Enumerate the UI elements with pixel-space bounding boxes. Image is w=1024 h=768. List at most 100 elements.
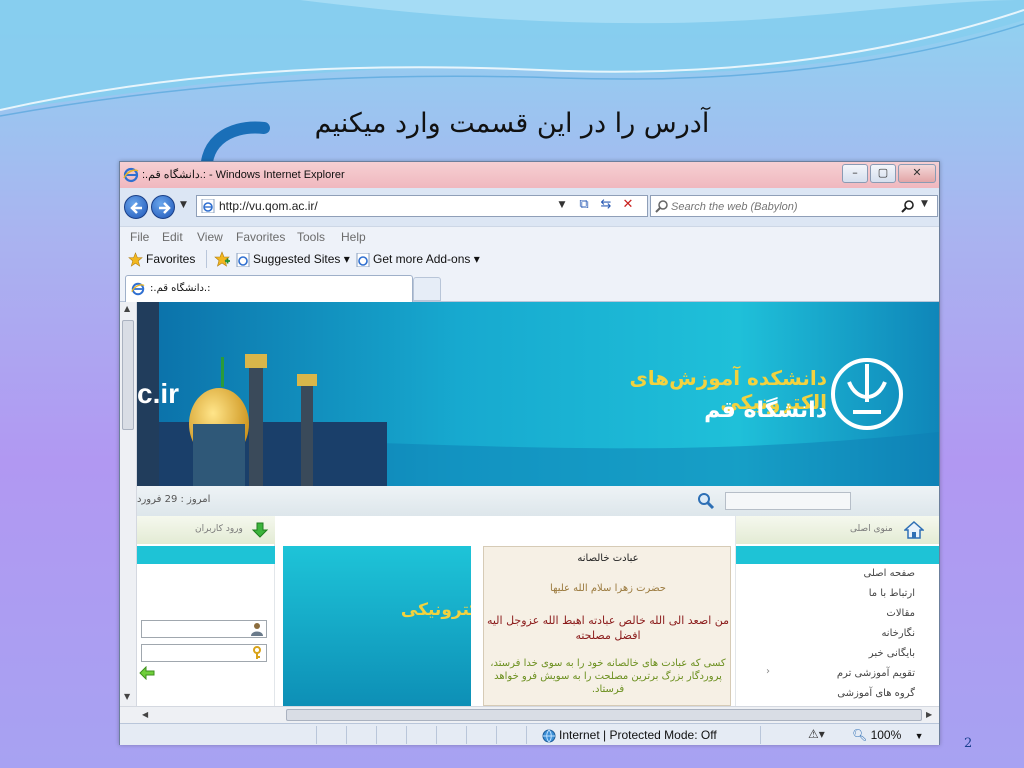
- vertical-scroll-thumb[interactable]: [122, 320, 134, 430]
- status-divider: [436, 726, 437, 744]
- horizontal-scroll-thumb[interactable]: [286, 709, 922, 721]
- status-divider: [316, 726, 317, 744]
- forward-arrow-icon: [159, 202, 171, 214]
- get-addons-button[interactable]: Get more Add-ons ▾: [356, 252, 480, 267]
- menu-tools[interactable]: Tools: [297, 230, 325, 244]
- username-input[interactable]: [144, 622, 244, 636]
- menu-link-gallery[interactable]: نگارخانه: [881, 628, 915, 639]
- scroll-left-icon[interactable]: ◀: [142, 710, 148, 719]
- scroll-right-icon[interactable]: ▶: [926, 710, 932, 719]
- promo-text: ی الکترونیکی: [400, 600, 471, 620]
- ie-browser-window: :.دانشگاه قم.: - Windows Internet Explor…: [119, 161, 940, 745]
- quote-box: عبادت خالصانه حضرت زهرا سلام الله علیها …: [483, 546, 731, 706]
- menu-file[interactable]: File: [130, 230, 149, 244]
- vertical-scrollbar[interactable]: ▲ ▼: [120, 302, 137, 706]
- horizontal-scrollbar[interactable]: ◀ ▶: [120, 706, 939, 723]
- scroll-down-icon[interactable]: ▼: [124, 692, 130, 701]
- key-icon: [253, 646, 261, 659]
- login-panel-strip: [137, 546, 275, 564]
- date-bar: امروز : 29 فرورد: [137, 486, 939, 516]
- menu-link-news-archive[interactable]: بایگانی خبر: [869, 648, 915, 659]
- compatibility-view-icon[interactable]: ⧉: [573, 195, 595, 217]
- status-bar: Internet | Protected Mode: Off ⚠▾ 🔍︎ 100…: [120, 723, 939, 745]
- zoom-control[interactable]: 🔍︎ 100% ▼: [852, 728, 924, 742]
- quote-persian-text: کسی که عبادت های خالصانه خود را به سوی خ…: [490, 658, 726, 695]
- close-button[interactable]: ✕: [898, 164, 936, 183]
- tab-qom-university[interactable]: :.دانشگاه قم.:: [125, 275, 413, 302]
- menu-view[interactable]: View: [197, 230, 223, 244]
- status-divider: [496, 726, 497, 744]
- banner-subtitle: دانشگاه قم: [704, 398, 827, 423]
- new-tab-button[interactable]: [413, 277, 441, 301]
- menu-help[interactable]: Help: [341, 230, 366, 244]
- zoom-dropdown-icon[interactable]: ▼: [915, 731, 924, 741]
- refresh-icon[interactable]: ⇆: [595, 195, 617, 217]
- star-icon: [128, 252, 143, 268]
- login-heading: ورود کاربران: [195, 524, 243, 534]
- add-favorite-icon[interactable]: [214, 251, 230, 267]
- down-arrow-icon: [251, 522, 269, 538]
- menu-favorites[interactable]: Favorites: [236, 230, 285, 244]
- ie-logo-icon: [123, 167, 139, 183]
- security-zone-label: Internet | Protected Mode: Off: [559, 728, 717, 742]
- login-panel: ورود کاربران: [137, 516, 275, 706]
- menu-link-contact[interactable]: ارتباط با ما: [869, 588, 915, 599]
- password-input[interactable]: [144, 646, 244, 660]
- menu-edit[interactable]: Edit: [162, 230, 183, 244]
- menu-link-home[interactable]: صفحه اصلی: [864, 568, 915, 579]
- address-input[interactable]: [219, 198, 549, 214]
- search-input[interactable]: [671, 199, 891, 214]
- window-titlebar: :.دانشگاه قم.: - Windows Internet Explor…: [120, 162, 939, 188]
- search-options-icon[interactable]: ▼: [921, 199, 928, 209]
- quote-arabic-text: من اصعد الی الله خالص عبادته اهبط الله ع…: [486, 614, 730, 642]
- quote-title: عبادت خالصانه: [577, 553, 639, 564]
- protected-mode-icon[interactable]: ⚠▾: [808, 727, 825, 741]
- status-divider: [346, 726, 347, 744]
- tab-strip: :.دانشگاه قم.:: [120, 272, 939, 302]
- ie-page-icon: [201, 199, 215, 213]
- slide-page-number: 2: [964, 736, 973, 751]
- login-panel-header: ورود کاربران: [137, 516, 275, 544]
- stop-icon[interactable]: ✕: [617, 195, 639, 217]
- favorites-button[interactable]: Favorites: [128, 252, 196, 268]
- magnifier-icon[interactable]: [901, 199, 915, 213]
- status-divider: [526, 726, 527, 744]
- user-icon: [251, 623, 263, 636]
- address-dropdown-icon[interactable]: ▼: [551, 195, 573, 217]
- scroll-up-icon[interactable]: ▲: [124, 304, 130, 313]
- password-field[interactable]: [141, 644, 267, 662]
- suggested-sites-button[interactable]: Suggested Sites ▾: [236, 252, 350, 267]
- menu-link-articles[interactable]: مقالات: [886, 608, 915, 619]
- search-bar[interactable]: ▼: [650, 195, 938, 217]
- window-title: :.دانشگاه قم.: - Windows Internet Explor…: [142, 169, 345, 181]
- favorites-label: Favorites: [146, 252, 196, 266]
- favorites-bar: Favorites Suggested Sites ▾ Get more Add…: [120, 246, 939, 272]
- main-menu-heading: منوی اصلی: [850, 524, 893, 534]
- promo-banner[interactable]: ی الکترونیکی: [283, 546, 471, 706]
- maximize-button[interactable]: ▢: [870, 164, 896, 183]
- main-content: ی الکترونیکی عبادت خالصانه حضرت زهرا سلا…: [275, 516, 735, 706]
- date-text: امروز : 29 فرورد: [137, 494, 211, 505]
- back-button[interactable]: [124, 195, 148, 219]
- suggested-sites-label: Suggested Sites ▾: [253, 252, 350, 266]
- site-search-icon[interactable]: [697, 492, 715, 510]
- status-divider: [406, 726, 407, 744]
- back-arrow-icon: [130, 202, 142, 214]
- forward-button[interactable]: [151, 195, 175, 219]
- site-search-input[interactable]: [725, 492, 851, 510]
- globe-icon: [542, 729, 556, 743]
- main-menu-header: منوی اصلی: [736, 516, 939, 544]
- ie-page-icon: [356, 252, 370, 267]
- security-zone[interactable]: Internet | Protected Mode: Off: [542, 728, 717, 743]
- slide-title: آدرس را در این قسمت وارد میکنیم: [314, 108, 710, 139]
- minimize-button[interactable]: –: [842, 164, 868, 183]
- login-submit-arrow-icon[interactable]: [139, 666, 155, 680]
- address-bar[interactable]: ▼ ⧉ ⇆ ✕: [196, 195, 648, 217]
- status-divider: [376, 726, 377, 744]
- history-dropdown-icon[interactable]: ▼: [180, 200, 187, 210]
- site-banner: c.ir دانشکده آموزش‌های الکترونیکی دانشگا…: [137, 302, 939, 486]
- username-field[interactable]: [141, 620, 267, 638]
- menu-link-academic-calendar[interactable]: تقویم آموزشی ترم: [837, 668, 915, 679]
- zoom-level: 100%: [870, 728, 902, 742]
- menu-link-departments[interactable]: گروه های آموزشی: [837, 688, 915, 699]
